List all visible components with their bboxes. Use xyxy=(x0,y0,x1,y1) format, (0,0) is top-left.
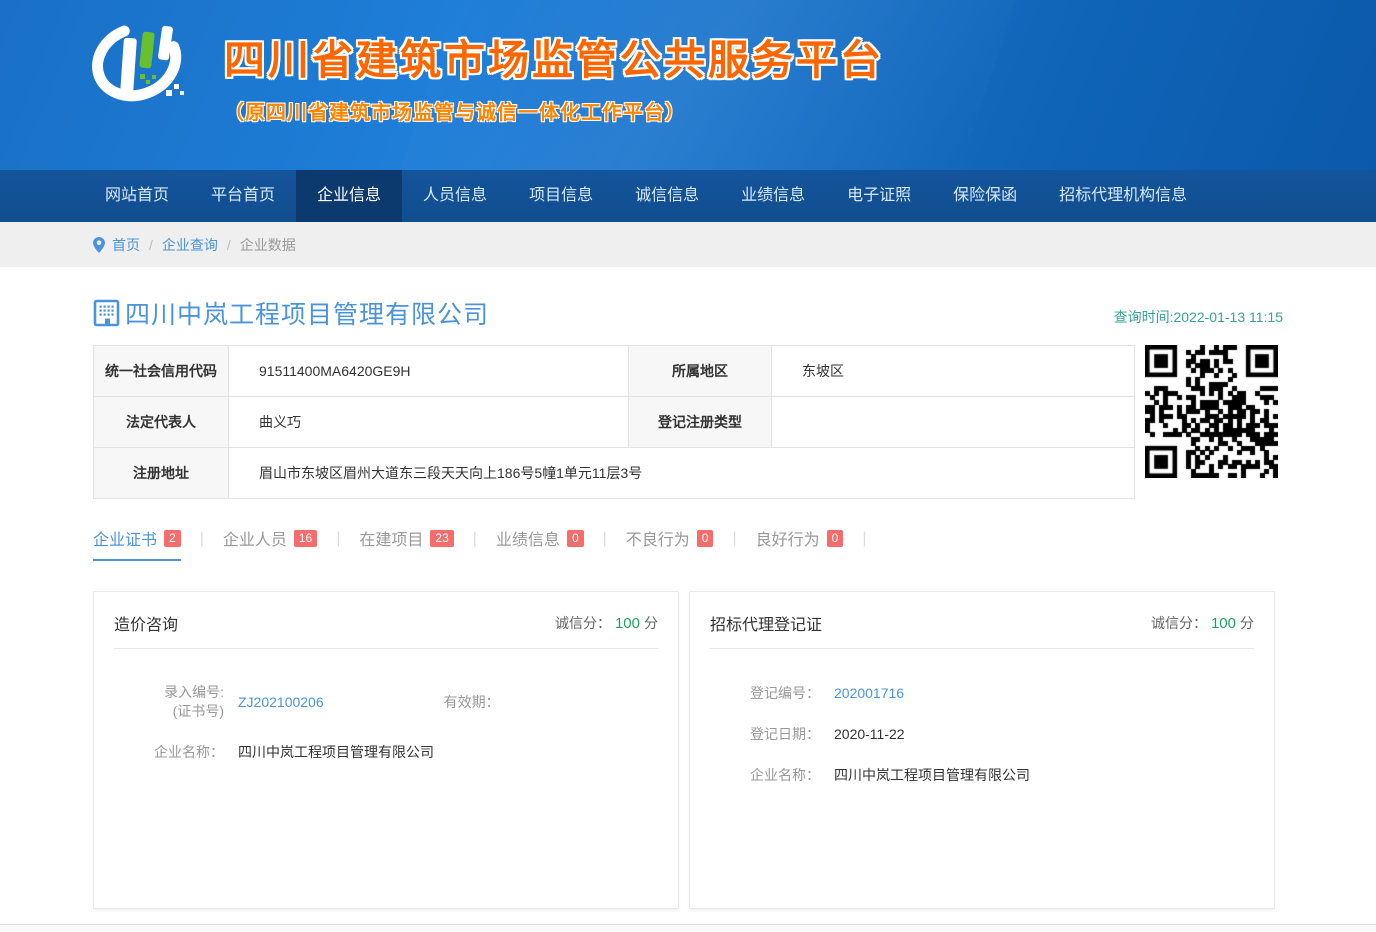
field-value-registration-date: 2020-11-22 xyxy=(834,726,905,742)
field-label-entry-number: 录入编号: (证书号) xyxy=(114,683,224,721)
credit-score-label: 诚信分： xyxy=(555,615,611,631)
info-value-region: 东坡区 xyxy=(772,346,1135,397)
field-label-registration-date: 登记日期： xyxy=(710,724,820,744)
detail-tabs: 企业证书 2 | 企业人员 16 | 在建项目 23 | 业绩信息 0 | 不良… xyxy=(93,526,1283,561)
logo-swirl-icon xyxy=(88,12,192,120)
query-time: 查询时间:2022-01-13 11:15 xyxy=(1114,307,1283,331)
field-value-company-name: 四川中岚工程项目管理有限公司 xyxy=(238,742,434,762)
info-label-region: 所属地区 xyxy=(629,346,772,397)
site-title: 四川省建筑市场监管公共服务平台 xyxy=(224,26,884,86)
info-value-registration-type xyxy=(772,397,1135,448)
table-row: 注册地址 眉山市东坡区眉州大道东三段天天向上186号5幢1单元11层3号 xyxy=(94,448,1135,499)
info-value-registered-address: 眉山市东坡区眉州大道东三段天天向上186号5幢1单元11层3号 xyxy=(229,448,1135,499)
table-row: 法定代表人 曲义巧 登记注册类型 xyxy=(94,397,1135,448)
qr-code-box xyxy=(1145,345,1283,478)
tab-enterprise-certificates[interactable]: 企业证书 2 xyxy=(93,526,181,561)
credit-score-unit: 分 xyxy=(644,615,658,631)
site-title-block: 四川省建筑市场监管公共服务平台 （原四川省建筑市场监管与诚信一体化工作平台） xyxy=(224,26,884,125)
page-title-company-name: 四川中岚工程项目管理有限公司 xyxy=(125,295,489,331)
tab-label: 良好行为 xyxy=(756,526,820,550)
card-title: 招标代理登记证 xyxy=(710,611,822,635)
nav-item-enterprise-info[interactable]: 企业信息 xyxy=(296,170,402,222)
qr-code xyxy=(1145,345,1278,478)
breadcrumb-enterprise-search[interactable]: 企业查询 xyxy=(162,235,218,255)
tab-separator: | xyxy=(862,530,866,557)
field-value-company-name: 四川中岚工程项目管理有限公司 xyxy=(834,765,1030,785)
field-label-company-name: 企业名称： xyxy=(710,765,820,785)
breadcrumb-home[interactable]: 首页 xyxy=(112,235,140,255)
credit-score-unit: 分 xyxy=(1240,615,1254,631)
credit-score-value: 100 xyxy=(615,615,640,632)
main-nav: 网站首页 平台首页 企业信息 人员信息 项目信息 诚信信息 业绩信息 电子证照 … xyxy=(0,170,1376,222)
field-label-validity: 有效期： xyxy=(444,692,500,712)
tab-separator: | xyxy=(732,530,736,557)
count-badge: 0 xyxy=(697,530,714,547)
registration-number-link[interactable]: 202001716 xyxy=(834,685,904,701)
nav-item-performance-info[interactable]: 业绩信息 xyxy=(720,170,826,222)
tab-label: 业绩信息 xyxy=(496,526,560,550)
credit-score-label: 诚信分： xyxy=(1151,615,1207,631)
certificate-card-bidding-agency: 招标代理登记证 诚信分：100分 登记编号： 202001716 登记日期： 2… xyxy=(689,591,1275,909)
info-value-legal-rep: 曲义巧 xyxy=(229,397,629,448)
info-label-credit-code: 统一社会信用代码 xyxy=(94,346,229,397)
card-title: 造价咨询 xyxy=(114,611,178,635)
page-footer xyxy=(0,924,1376,932)
tab-label: 企业人员 xyxy=(223,526,287,550)
info-label-registration-type: 登记注册类型 xyxy=(629,397,772,448)
count-badge: 0 xyxy=(567,530,584,547)
certificate-number-link[interactable]: ZJ202100206 xyxy=(238,694,324,710)
credit-score: 诚信分：100分 xyxy=(555,613,658,633)
credit-score-value: 100 xyxy=(1211,615,1236,632)
site-logo[interactable] xyxy=(88,12,192,120)
nav-item-personnel-info[interactable]: 人员信息 xyxy=(402,170,508,222)
site-subtitle: （原四川省建筑市场监管与诚信一体化工作平台） xyxy=(224,96,884,125)
field-label-registration-number: 登记编号： xyxy=(710,683,820,703)
breadcrumb-separator: / xyxy=(149,237,153,253)
tab-label: 企业证书 xyxy=(93,526,157,550)
count-badge: 0 xyxy=(827,530,844,547)
tab-separator: | xyxy=(336,530,340,557)
location-pin-icon xyxy=(93,237,105,253)
site-header: 四川省建筑市场监管公共服务平台 （原四川省建筑市场监管与诚信一体化工作平台） xyxy=(0,0,1376,170)
info-value-credit-code: 91511400MA6420GE9H xyxy=(229,346,629,397)
breadcrumb-current-page: 企业数据 xyxy=(240,235,296,255)
table-row: 统一社会信用代码 91511400MA6420GE9H 所属地区 东坡区 xyxy=(94,346,1135,397)
certificate-card-cost-consulting: 造价咨询 诚信分：100分 录入编号: (证书号) ZJ202100206 有效… xyxy=(93,591,679,909)
certificate-cards: 造价咨询 诚信分：100分 录入编号: (证书号) ZJ202100206 有效… xyxy=(93,591,1283,909)
nav-item-e-certificate[interactable]: 电子证照 xyxy=(826,170,932,222)
building-icon xyxy=(93,299,121,327)
info-label-registered-address: 注册地址 xyxy=(94,448,229,499)
nav-item-platform-home[interactable]: 平台首页 xyxy=(190,170,296,222)
nav-item-credit-info[interactable]: 诚信信息 xyxy=(614,170,720,222)
tab-separator: | xyxy=(603,530,607,557)
count-badge: 16 xyxy=(294,530,317,547)
nav-item-bidding-agency-info[interactable]: 招标代理机构信息 xyxy=(1038,170,1208,222)
credit-score: 诚信分：100分 xyxy=(1151,613,1254,633)
tab-label: 在建项目 xyxy=(359,526,423,550)
tab-enterprise-personnel[interactable]: 企业人员 16 xyxy=(223,526,317,561)
nav-item-project-info[interactable]: 项目信息 xyxy=(508,170,614,222)
tab-separator: | xyxy=(200,530,204,557)
count-badge: 2 xyxy=(164,530,181,547)
count-badge: 23 xyxy=(430,530,453,547)
tab-label: 不良行为 xyxy=(626,526,690,550)
tab-bad-behavior[interactable]: 不良行为 0 xyxy=(626,526,714,561)
company-header: 四川中岚工程项目管理有限公司 查询时间:2022-01-13 11:15 xyxy=(93,295,1283,331)
tab-separator: | xyxy=(473,530,477,557)
breadcrumb: 首页 / 企业查询 / 企业数据 xyxy=(0,222,1376,267)
nav-item-insurance-guarantee[interactable]: 保险保函 xyxy=(932,170,1038,222)
tab-good-behavior[interactable]: 良好行为 0 xyxy=(756,526,844,561)
info-label-legal-rep: 法定代表人 xyxy=(94,397,229,448)
company-info-table: 统一社会信用代码 91511400MA6420GE9H 所属地区 东坡区 法定代… xyxy=(93,345,1135,499)
breadcrumb-separator: / xyxy=(227,237,231,253)
nav-item-site-home[interactable]: 网站首页 xyxy=(84,170,190,222)
tab-projects-in-progress[interactable]: 在建项目 23 xyxy=(359,526,453,561)
company-info-section: 统一社会信用代码 91511400MA6420GE9H 所属地区 东坡区 法定代… xyxy=(93,345,1283,499)
field-label-company-name: 企业名称： xyxy=(114,742,224,762)
tab-performance-info[interactable]: 业绩信息 0 xyxy=(496,526,584,561)
